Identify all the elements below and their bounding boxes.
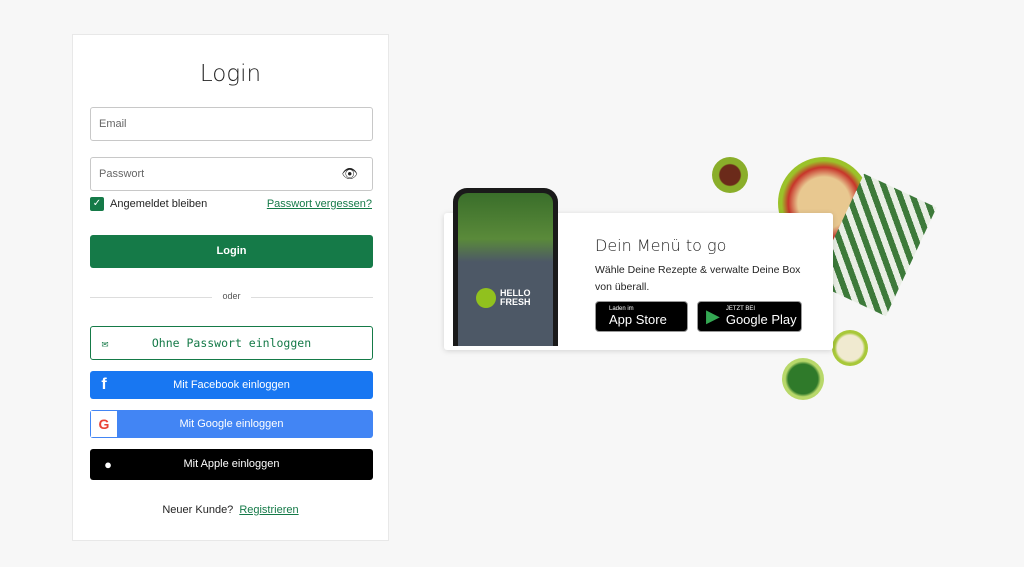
food-image [782,358,824,400]
google-icon: G [91,411,117,437]
app-store-button[interactable]: Laden im App Store [595,301,688,332]
promo-text: Wähle Deine Rezepte & verwalte Deine Box… [595,264,801,293]
passwordless-login-button[interactable]: ✉ Ohne Passwort einloggen [90,326,373,360]
phone-image: HELLO FRESH [453,188,558,346]
apple-login-button[interactable]: ● Mit Apple einloggen [90,449,373,480]
password-input[interactable]: Passwort 👁︎ [90,157,373,191]
envelope-icon: ✉ [101,336,109,350]
facebook-login-button[interactable]: f Mit Facebook einloggen [90,371,373,399]
page-title: Login [199,61,262,87]
email-placeholder: Email [99,118,127,130]
remember-label: Angemeldet bleiben [110,198,208,210]
promo-title: Dein Menü to go [595,236,727,255]
password-placeholder: Passwort [99,168,145,180]
hellofresh-logo: HELLO FRESH [476,288,534,308]
food-image [712,157,748,193]
googleplay-label: Google Play [725,312,797,327]
facebook-label: Mit Facebook einloggen [173,379,290,391]
login-card: Login Email Passwort 👁︎ ✓ Angemeldet bleib… [72,34,389,541]
google-login-button[interactable]: G Mit Google einloggen [90,410,373,438]
apple-icon: ● [104,457,112,472]
facebook-icon: f [101,376,107,393]
forgot-password-link[interactable]: Passwort vergessen? [267,198,372,210]
email-input[interactable]: Email [90,107,373,141]
google-label: Mit Google einloggen [179,418,284,430]
divider: oder [90,291,373,301]
play-icon: ▶ [706,306,720,326]
checkmark-icon[interactable]: ✓ [90,197,104,211]
remember-checkbox[interactable]: ✓ Angemeldet bleiben [90,197,207,211]
login-button[interactable]: Login [90,235,373,268]
appstore-label: App Store [609,312,667,327]
register-prompt: Neuer Kunde? Registrieren [73,504,388,516]
apple-label: Mit Apple einloggen [183,458,280,470]
passwordless-label: Ohne Passwort einloggen [151,336,312,350]
register-link[interactable]: Registrieren [239,504,298,516]
eye-slash-icon[interactable]: 👁︎ [341,166,358,182]
food-image [832,330,868,366]
google-play-button[interactable]: ▶ JETZT BEI Google Play [697,301,802,332]
new-customer-label: Neuer Kunde? [162,504,234,516]
